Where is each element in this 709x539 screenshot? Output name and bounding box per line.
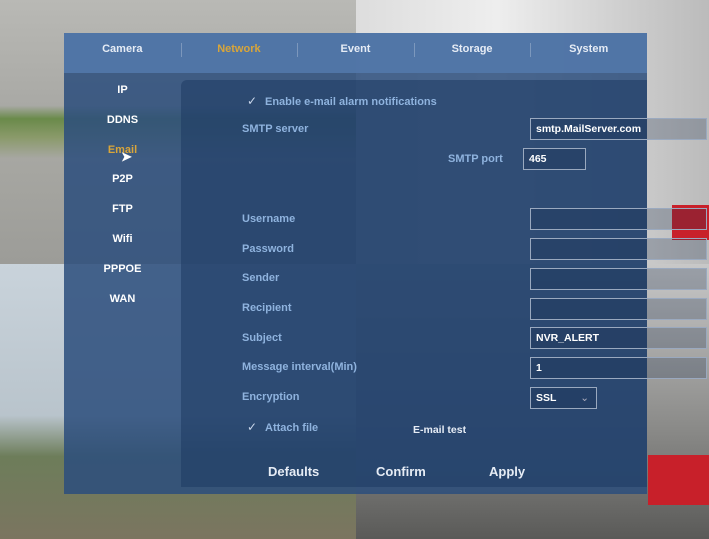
interval-label: Message interval(Min) <box>242 361 357 373</box>
smtp-server-input[interactable]: smtp.MailServer.com <box>530 118 707 140</box>
mouse-cursor-icon: ➤ <box>121 149 132 164</box>
sender-input[interactable] <box>530 268 707 290</box>
email-test-button[interactable]: E-mail test <box>413 424 466 436</box>
interval-input[interactable]: 1 <box>530 357 707 379</box>
subject-label: Subject <box>242 332 282 344</box>
tab-system[interactable]: System <box>530 33 647 73</box>
recipient-label: Recipient <box>242 302 292 314</box>
sidebar-item-wan[interactable]: WAN <box>64 287 181 317</box>
password-label: Password <box>242 243 294 255</box>
settings-dialog: Camera Network Event Storage System IP D… <box>64 33 707 494</box>
tab-camera[interactable]: Camera <box>64 33 181 73</box>
confirm-button[interactable]: Confirm <box>376 464 426 479</box>
email-settings: ✓ Enable e-mail alarm notifications SMTP… <box>181 80 707 487</box>
enable-email-label[interactable]: Enable e-mail alarm notifications <box>265 96 437 108</box>
chevron-down-icon: ⌄ <box>580 392 589 404</box>
feed-object <box>648 455 709 505</box>
check-icon[interactable]: ✓ <box>247 420 257 434</box>
attach-file-label[interactable]: Attach file <box>265 422 318 434</box>
sidebar-item-ip[interactable]: IP <box>64 78 181 108</box>
sender-label: Sender <box>242 272 280 284</box>
apply-button[interactable]: Apply <box>489 464 525 479</box>
username-input[interactable] <box>530 208 707 230</box>
sidebar-item-ddns[interactable]: DDNS <box>64 108 181 138</box>
sidebar-item-p2p[interactable]: P2P <box>64 167 181 197</box>
username-label: Username <box>242 213 296 225</box>
recipient-input[interactable] <box>530 298 707 320</box>
check-icon[interactable]: ✓ <box>247 94 257 108</box>
sidebar-item-ftp[interactable]: FTP <box>64 197 181 227</box>
tab-event[interactable]: Event <box>297 33 414 73</box>
smtp-server-label: SMTP server <box>242 123 309 135</box>
password-input[interactable] <box>530 238 707 260</box>
tab-network[interactable]: Network <box>180 33 298 73</box>
encryption-select[interactable]: SSL ⌄ <box>530 387 597 409</box>
defaults-button[interactable]: Defaults <box>268 464 319 479</box>
encryption-label: Encryption <box>242 391 300 403</box>
smtp-port-label: SMTP port <box>448 153 503 165</box>
network-sidebar: IP DDNS Email P2P FTP Wifi PPPOE WAN <box>64 78 181 316</box>
subject-input[interactable]: NVR_ALERT <box>530 327 707 349</box>
tab-storage[interactable]: Storage <box>413 33 531 73</box>
sidebar-item-wifi[interactable]: Wifi <box>64 227 181 257</box>
smtp-port-input[interactable]: 465 <box>523 148 586 170</box>
encryption-value: SSL <box>536 392 557 404</box>
main-tabs: Camera Network Event Storage System <box>64 33 647 73</box>
sidebar-item-pppoe[interactable]: PPPOE <box>64 257 181 287</box>
